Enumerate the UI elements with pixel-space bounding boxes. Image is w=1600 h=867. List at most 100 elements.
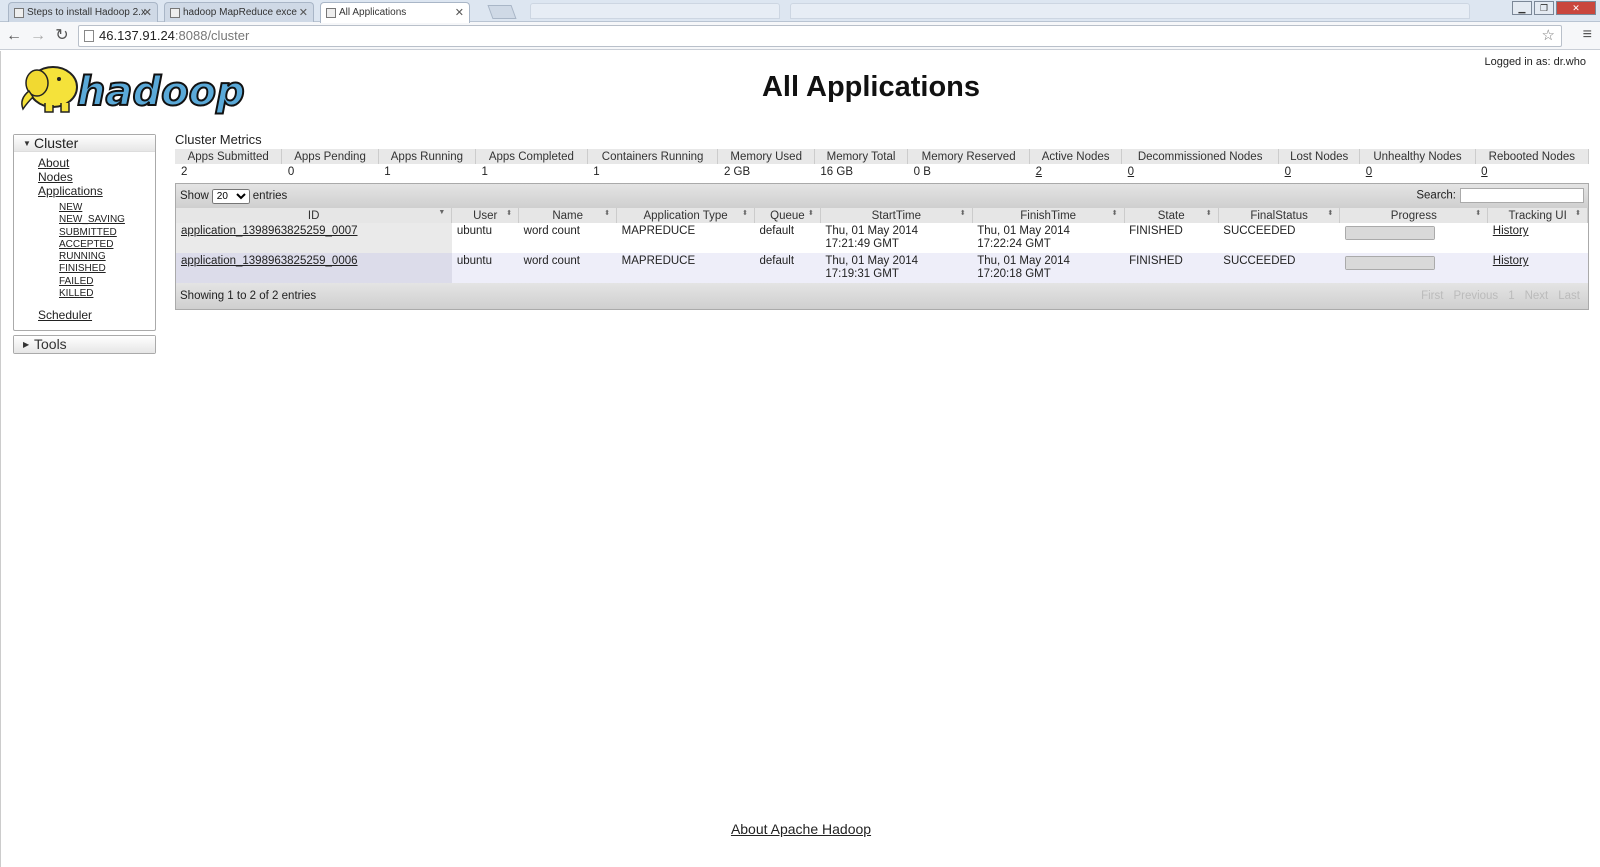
column-header[interactable]: Application Type ⬍ xyxy=(616,208,755,223)
table-cell: FINISHED xyxy=(1124,253,1219,283)
column-header-label: StartTime xyxy=(871,209,921,222)
pagination-1-button[interactable]: 1 xyxy=(1508,290,1514,302)
column-header[interactable]: Progress ⬍ xyxy=(1339,208,1489,223)
browser-tab-mapreduce[interactable]: hadoop MapReduce exce ✕ xyxy=(164,2,314,22)
address-bar[interactable]: 46.137.91.24:8088/cluster ☆ xyxy=(78,25,1562,47)
metrics-value-link[interactable]: 2 xyxy=(1036,166,1042,178)
table-cell: Thu, 01 May 2014 17:22:24 GMT xyxy=(972,223,1125,253)
page-favicon-icon xyxy=(14,8,24,18)
column-header[interactable]: FinishTime ⬍ xyxy=(972,208,1125,223)
browser-tab-all-applications[interactable]: All Applications ✕ xyxy=(320,2,470,23)
sidebar-item-running[interactable]: RUNNING xyxy=(38,251,155,263)
table-top-bar: Show 20 entries Search: xyxy=(176,184,1588,208)
table-cell: default xyxy=(754,253,821,283)
browser-tab-hadoop-install[interactable]: Steps to install Hadoop 2.x ✕ xyxy=(8,2,158,22)
arrow-left-icon[interactable]: ← xyxy=(4,26,24,46)
browser-tabstrip: Steps to install Hadoop 2.x ✕ hadoop Map… xyxy=(0,0,1600,23)
table-cell: ubuntu xyxy=(451,223,519,253)
nav-header-cluster[interactable]: ▼ Cluster xyxy=(14,135,155,152)
sidebar-nav: ▼ Cluster About Nodes Applications NEW N… xyxy=(13,134,156,358)
pagination-previous-button[interactable]: Previous xyxy=(1453,290,1498,302)
column-header[interactable]: User ⬍ xyxy=(451,208,520,223)
sidebar-item-new-saving[interactable]: NEW_SAVING xyxy=(38,214,155,226)
sidebar-item-accepted[interactable]: ACCEPTED xyxy=(38,239,155,251)
close-icon[interactable]: ✕ xyxy=(455,6,464,19)
entries-label: entries xyxy=(252,190,288,202)
progress-bar xyxy=(1344,226,1435,240)
sidebar-item-nodes[interactable]: Nodes xyxy=(38,170,155,184)
sidebar-item-submitted[interactable]: SUBMITTED xyxy=(38,227,155,239)
sidebar-item-killed[interactable]: KILLED xyxy=(38,288,155,300)
menu-icon[interactable]: ≡ xyxy=(1583,26,1592,44)
tab-title: All Applications xyxy=(339,7,407,18)
pagination-next-button[interactable]: Next xyxy=(1525,290,1549,302)
column-header[interactable]: Tracking UI ⬍ xyxy=(1487,208,1588,223)
about-apache-hadoop-link[interactable]: About Apache Hadoop xyxy=(731,821,871,837)
pagination-first-button[interactable]: First xyxy=(1421,290,1443,302)
sidebar-item-scheduler[interactable]: Scheduler xyxy=(38,308,155,322)
column-header-label: Name xyxy=(552,209,584,222)
star-icon[interactable]: ☆ xyxy=(1542,26,1555,46)
metrics-header-row: Apps Submitted Apps Pending Apps Running Ap… xyxy=(175,149,1590,164)
app-queue: default xyxy=(759,225,795,237)
metrics-value-link[interactable]: 0 xyxy=(1366,166,1372,178)
new-tab-button[interactable] xyxy=(487,5,517,19)
column-header[interactable]: Name ⬍ xyxy=(518,208,618,223)
table-cell: ubuntu xyxy=(451,253,519,283)
sidebar-item-about[interactable]: About xyxy=(38,156,155,170)
column-header[interactable]: ID ▼ xyxy=(176,208,453,223)
start-time: 17:19:31 GMT xyxy=(825,268,899,280)
metrics-value-link[interactable]: 0 xyxy=(1285,166,1291,178)
close-icon[interactable]: ✕ xyxy=(143,6,152,19)
metrics-header-cell: Unhealthy Nodes xyxy=(1359,149,1476,164)
metrics-value-link[interactable]: 0 xyxy=(1481,166,1487,178)
maximize-icon[interactable]: ❐ xyxy=(1534,1,1554,15)
sort-both-icon: ⬍ xyxy=(1327,210,1334,217)
metrics-value-cell: 2 xyxy=(1030,164,1122,179)
tracking-history-link[interactable]: History xyxy=(1493,225,1529,237)
pagination-last-button[interactable]: Last xyxy=(1558,290,1580,302)
column-header-label: Application Type xyxy=(643,209,728,222)
caret-right-icon: ▶ xyxy=(23,340,30,350)
reload-icon[interactable]: ↻ xyxy=(52,26,72,46)
search-input[interactable] xyxy=(1460,188,1584,203)
metrics-header-cell: Apps Running xyxy=(378,149,476,164)
minimize-icon[interactable]: ▁ xyxy=(1512,1,1532,15)
finish-time: 17:22:24 GMT xyxy=(977,238,1051,250)
nav-header-tools[interactable]: ▶ Tools xyxy=(14,336,155,354)
application-id-link[interactable]: application_1398963825259_0006 xyxy=(181,255,358,267)
table-cell: word count xyxy=(518,223,617,253)
sidebar-item-applications[interactable]: Applications xyxy=(38,184,155,198)
column-header[interactable]: State ⬍ xyxy=(1124,208,1219,223)
app-user: ubuntu xyxy=(456,225,493,237)
metrics-value-cell: 1 xyxy=(384,165,391,178)
metrics-value-cell: 0 xyxy=(1475,164,1588,179)
column-header[interactable]: Queue ⬍ xyxy=(754,208,821,223)
sidebar-item-failed[interactable]: FAILED xyxy=(38,276,155,288)
page-size-select[interactable]: 20 xyxy=(211,189,250,204)
tracking-history-link[interactable]: History xyxy=(1493,255,1529,267)
sort-both-icon: ⬍ xyxy=(1475,210,1482,217)
column-header-label: Tracking UI xyxy=(1508,209,1567,222)
page: hadoop All Applications Logged in as: dr… xyxy=(0,51,1600,867)
metrics-header-cell: Memory Reserved xyxy=(907,149,1031,164)
search-box: Search: xyxy=(1416,188,1584,203)
start-time: 17:21:49 GMT xyxy=(825,238,899,250)
close-icon[interactable]: ✕ xyxy=(299,6,308,19)
table-bottom-bar: Showing 1 to 2 of 2 entries First Previou… xyxy=(176,283,1588,309)
application-id-link[interactable]: application_1398963825259_0007 xyxy=(181,225,358,237)
show-label: Show xyxy=(180,190,209,202)
metrics-value-link[interactable]: 0 xyxy=(1128,166,1134,178)
table-cell: FINISHED xyxy=(1124,223,1219,253)
metrics-header-cell: Memory Total xyxy=(814,149,909,164)
arrow-right-icon[interactable]: → xyxy=(28,26,48,46)
pagination: First Previous 1 Next Last xyxy=(1411,290,1580,302)
column-header[interactable]: StartTime ⬍ xyxy=(820,208,973,223)
column-header-label: FinishTime xyxy=(1020,209,1077,222)
sidebar-item-finished[interactable]: FINISHED xyxy=(38,263,155,275)
window-close-icon[interactable]: ✕ xyxy=(1556,1,1596,15)
column-header[interactable]: FinalStatus ⬍ xyxy=(1218,208,1341,223)
metrics-header-cell: Apps Pending xyxy=(281,149,379,164)
finish-date: Thu, 01 May 2014 xyxy=(977,225,1070,237)
sidebar-item-new[interactable]: NEW xyxy=(38,202,155,214)
